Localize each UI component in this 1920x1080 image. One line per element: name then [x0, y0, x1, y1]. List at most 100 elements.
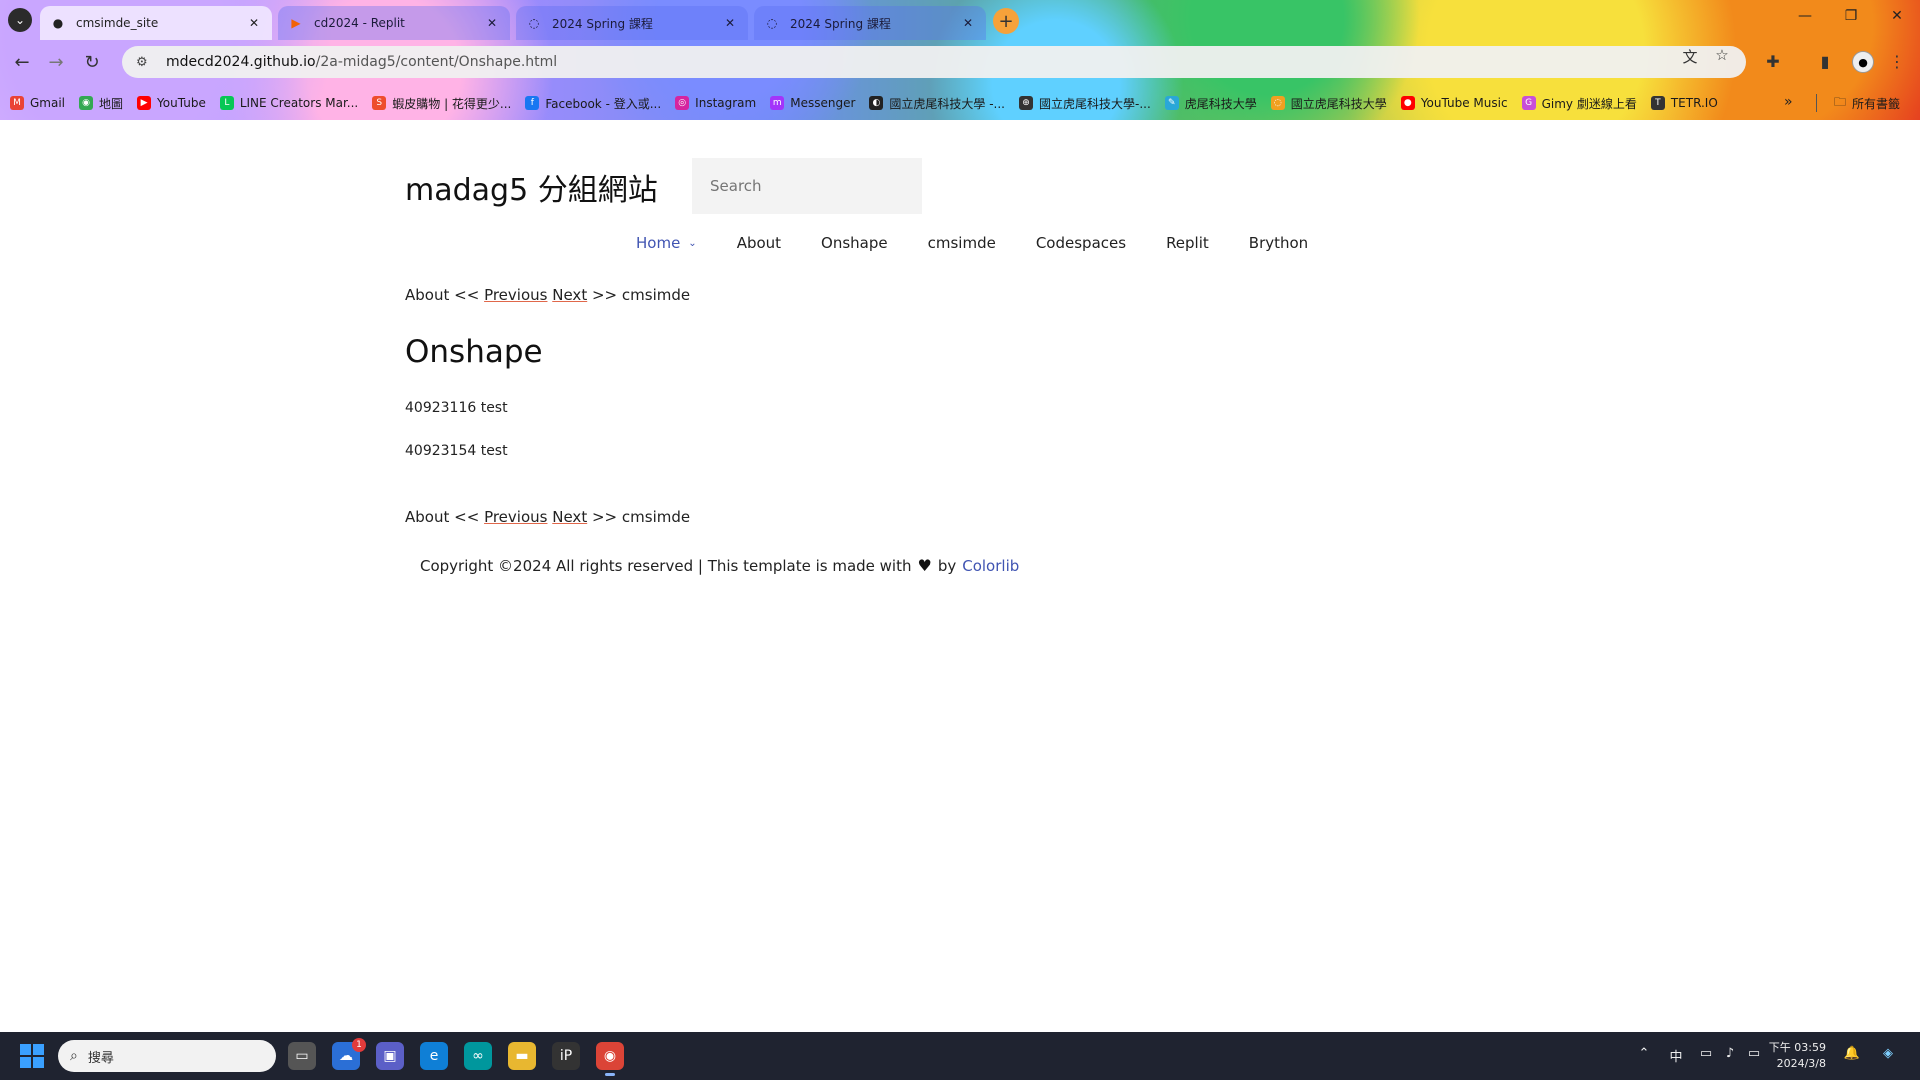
next-link[interactable]: Next [552, 508, 587, 526]
arduino-icon[interactable]: ∞ [464, 1042, 492, 1070]
chrome-icon[interactable]: ◉ [596, 1042, 624, 1076]
nav-item-replit[interactable]: Replit [1166, 234, 1209, 252]
back-icon[interactable]: ← [10, 50, 34, 74]
site-info-icon[interactable]: ⚙ [136, 55, 156, 70]
translate-icon[interactable]: 文 [1680, 46, 1700, 67]
nav-item-codespaces[interactable]: Codespaces [1036, 234, 1126, 252]
next-link[interactable]: Next [552, 286, 587, 304]
tab-spring-course-2[interactable]: ◌ 2024 Spring 課程 ✕ [754, 6, 986, 40]
nav-item-about[interactable]: About [737, 234, 781, 252]
globe-icon: ◌ [528, 16, 540, 30]
bookmark-label: TETR.IO [1670, 96, 1718, 110]
bookmark-item[interactable]: ● YouTube Music [1400, 96, 1508, 110]
minimize-button[interactable]: — [1785, 8, 1825, 24]
browser-toolbar: ← → ↻ ⚙ mdecd2024.github.io /2a-midag5/c… [0, 40, 1920, 84]
chevron-up-icon[interactable]: ⌃ [1634, 1046, 1654, 1061]
close-icon[interactable]: ✕ [484, 16, 500, 30]
bookmark-item[interactable]: ◎ Instagram [675, 96, 756, 110]
bookmark-favicon-icon: ▶ [137, 96, 152, 110]
bookmark-item[interactable]: L LINE Creators Mar... [219, 96, 359, 110]
colorlib-link[interactable]: Colorlib [962, 557, 1019, 575]
pager-top: About << Previous Next >> cmsimde [405, 286, 690, 304]
search-input[interactable] [692, 158, 922, 214]
menu-dots-icon[interactable]: ⋮ [1886, 52, 1908, 71]
close-icon[interactable]: ✕ [960, 16, 976, 30]
tab-search-button[interactable]: ⌄ [8, 8, 32, 32]
extensions-icon[interactable]: ✚ [1762, 52, 1784, 71]
bookmark-label: 國立虎尾科技大學 -... [889, 96, 1005, 111]
bookmark-item[interactable]: ◌ 國立虎尾科技大學 [1270, 95, 1387, 112]
bookmarks-overflow-icon[interactable]: » [1784, 94, 1793, 110]
bookmark-item[interactable]: G Gimy 劇迷線上看 [1521, 95, 1637, 112]
all-bookmarks-button[interactable]: 🗀 所有書籤 [1834, 93, 1900, 114]
windows-start-icon[interactable] [20, 1044, 44, 1068]
bookmark-label: LINE Creators Mar... [239, 96, 359, 110]
notification-badge: 1 [352, 1038, 366, 1052]
taskbar-search[interactable]: ⌕ 搜尋 [58, 1040, 276, 1072]
ime-indicator[interactable]: 中 [1666, 1046, 1686, 1065]
edge-icon[interactable]: e [420, 1042, 448, 1070]
network-icon[interactable]: ▭ [1696, 1046, 1716, 1061]
bookmark-label: YouTube [157, 96, 206, 110]
volume-icon[interactable]: ♪ [1720, 1046, 1740, 1061]
bookmark-favicon-icon: ✎ [1164, 96, 1179, 110]
previous-link[interactable]: Previous [484, 286, 547, 304]
close-window-button[interactable]: ✕ [1877, 8, 1917, 24]
side-panel-icon[interactable]: ▮ [1814, 52, 1836, 71]
url-path: /2a-midag5/content/Onshape.html [315, 54, 558, 70]
clock-date: 2024/3/8 [1776, 1057, 1826, 1070]
reload-icon[interactable]: ↻ [80, 50, 104, 74]
new-tab-button[interactable]: + [993, 8, 1019, 34]
clock-time: 下午 03:59 [1768, 1041, 1826, 1054]
bookmark-label: Facebook - 登入或... [545, 96, 662, 111]
task-view-icon[interactable]: ▭ [288, 1042, 316, 1070]
tab-cmsimde-site[interactable]: ● cmsimde_site ✕ [40, 6, 272, 40]
search-icon: ⌕ [70, 1048, 78, 1064]
all-bookmarks-label: 所有書籤 [1852, 97, 1901, 111]
nav-item-cmsimde[interactable]: cmsimde [928, 234, 996, 252]
nav-item-brython[interactable]: Brython [1249, 234, 1308, 252]
nav-item-home[interactable]: Home ⌄ [636, 234, 697, 252]
restore-button[interactable]: ❐ [1831, 8, 1871, 24]
paragraph: 40923116 test [405, 400, 508, 416]
address-bar[interactable]: ⚙ mdecd2024.github.io /2a-midag5/content… [122, 46, 1746, 78]
main-nav: Home ⌄ About Onshape cmsimde Codespaces … [636, 234, 1348, 252]
file-explorer-icon[interactable]: ▬ [508, 1042, 536, 1070]
bookmark-item[interactable]: ◐ 國立虎尾科技大學 -... [869, 95, 1005, 112]
clock[interactable]: 下午 03:59 2024/3/8 [1756, 1040, 1826, 1072]
bookmark-item[interactable]: f Facebook - 登入或... [525, 95, 661, 112]
copilot-icon[interactable]: ◈ [1878, 1046, 1898, 1061]
bookmark-item[interactable]: M Gmail [10, 96, 65, 110]
bookmarks-bar: M Gmail ◉ 地圖 ▶ YouTube L LINE Creators Mar... S 蝦… [0, 88, 1920, 118]
close-icon[interactable]: ✕ [722, 16, 738, 30]
bookmark-item[interactable]: S 蝦皮購物 | 花得更少... [372, 95, 511, 112]
tab-replit[interactable]: ▶ cd2024 - Replit ✕ [278, 6, 510, 40]
site-title[interactable]: madag5 分組網站 [405, 165, 658, 209]
bookmark-item[interactable]: T TETR.IO [1650, 96, 1718, 110]
page-heading: Onshape [405, 334, 543, 370]
forward-icon[interactable]: → [44, 50, 68, 74]
bookmark-item[interactable]: ✎ 虎尾科技大學 [1164, 95, 1257, 112]
profile-avatar[interactable]: ● [1852, 51, 1874, 73]
web-page: madag5 分組網站 Home ⌄ About Onshape cmsimde… [0, 120, 1920, 1032]
nav-label: Home [636, 234, 681, 252]
nav-item-onshape[interactable]: Onshape [821, 234, 888, 252]
bookmark-star-icon[interactable]: ☆ [1712, 46, 1732, 64]
tab-title: 2024 Spring 課程 [790, 16, 891, 31]
bookmark-item[interactable]: ▶ YouTube [137, 96, 206, 110]
heart-icon: ♥ [917, 556, 932, 575]
pager-prev-page: About [405, 286, 450, 304]
ipython-icon[interactable]: iP [552, 1042, 580, 1070]
close-icon[interactable]: ✕ [246, 16, 262, 30]
pager-prev-page: About [405, 508, 450, 526]
teams-icon[interactable]: ▣ [376, 1042, 404, 1070]
bookmark-item[interactable]: m Messenger [770, 96, 855, 110]
footer: Copyright ©2024 All rights reserved | Th… [420, 556, 1019, 575]
onedrive-icon[interactable]: ☁ 1 [332, 1038, 366, 1070]
bookmark-item[interactable]: ◉ 地圖 [79, 95, 123, 112]
bookmark-item[interactable]: ⊕ 國立虎尾科技大學-... [1019, 95, 1151, 112]
notification-bell-icon[interactable]: 🔔 [1842, 1046, 1862, 1061]
previous-link[interactable]: Previous [484, 508, 547, 526]
tab-spring-course-1[interactable]: ◌ 2024 Spring 課程 ✕ [516, 6, 748, 40]
bookmark-label: Gmail [30, 96, 66, 110]
